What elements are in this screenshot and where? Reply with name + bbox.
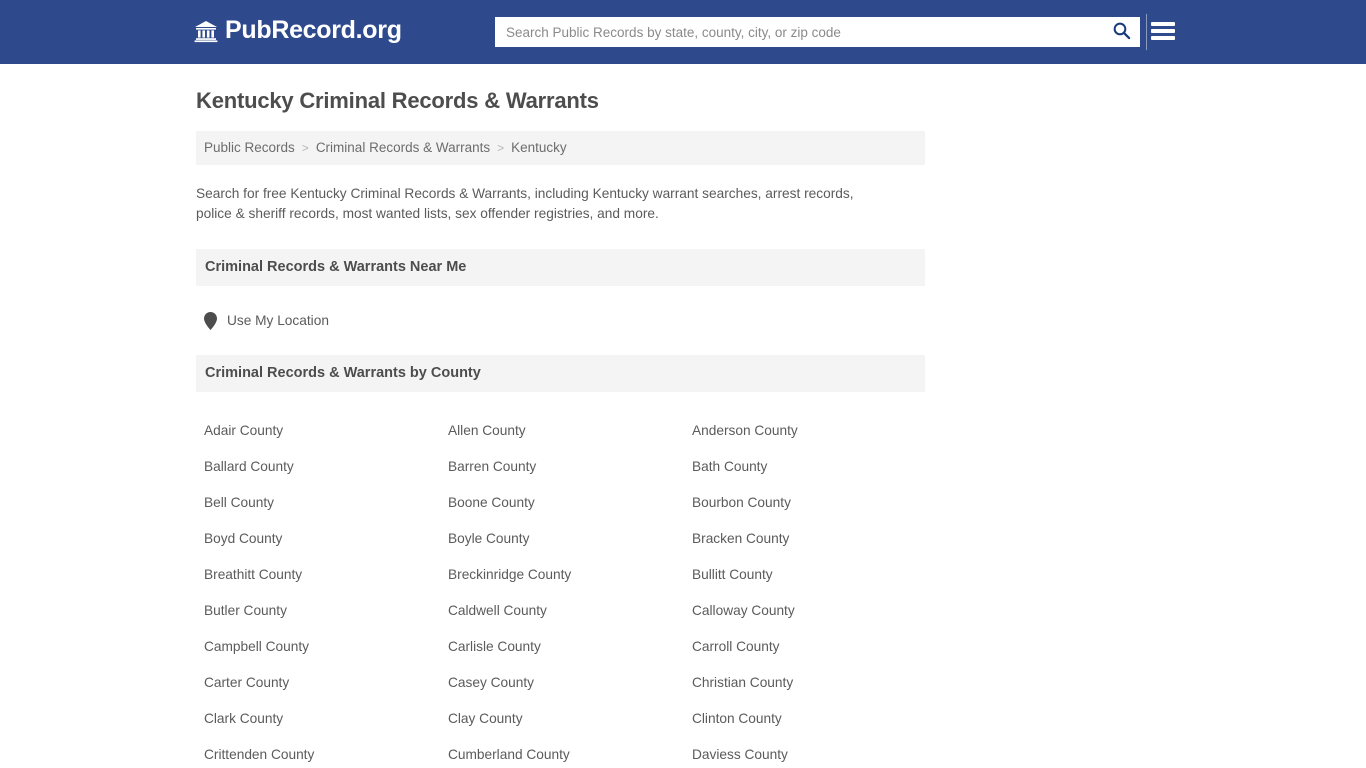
breadcrumb-item-kentucky: Kentucky bbox=[511, 140, 567, 155]
site-logo-link[interactable]: PubRecord.org bbox=[194, 18, 402, 43]
breadcrumb-separator: > bbox=[301, 140, 309, 155]
county-link[interactable]: Boyle County bbox=[448, 521, 692, 557]
county-link[interactable]: Boyd County bbox=[204, 521, 448, 557]
county-link[interactable]: Carter County bbox=[204, 665, 448, 701]
county-link[interactable]: Bullitt County bbox=[692, 557, 936, 593]
breadcrumb-item-public-records[interactable]: Public Records bbox=[204, 140, 295, 155]
hamburger-menu-icon[interactable] bbox=[1151, 19, 1175, 43]
county-link[interactable]: Boone County bbox=[448, 485, 692, 521]
section-header-near-me: Criminal Records & Warrants Near Me bbox=[196, 248, 925, 286]
breadcrumb-separator: > bbox=[497, 140, 505, 155]
site-logo-text: PubRecord.org bbox=[225, 16, 402, 44]
county-link[interactable]: Adair County bbox=[204, 413, 448, 449]
header-divider bbox=[1146, 14, 1147, 50]
county-link[interactable]: Bourbon County bbox=[692, 485, 936, 521]
county-link[interactable]: Cumberland County bbox=[448, 737, 692, 768]
main-content: Kentucky Criminal Records & Warrants Pub… bbox=[0, 64, 1366, 768]
county-link[interactable]: Christian County bbox=[692, 665, 936, 701]
county-link[interactable]: Bracken County bbox=[692, 521, 936, 557]
county-link[interactable]: Butler County bbox=[204, 593, 448, 629]
use-my-location-link[interactable]: Use My Location bbox=[204, 311, 329, 330]
breadcrumb-item-criminal-records[interactable]: Criminal Records & Warrants bbox=[316, 140, 490, 155]
county-link[interactable]: Clinton County bbox=[692, 701, 936, 737]
search-bar bbox=[495, 17, 1140, 47]
county-link[interactable]: Clark County bbox=[204, 701, 448, 737]
breadcrumb: Public Records > Criminal Records & Warr… bbox=[196, 130, 925, 165]
county-link[interactable]: Calloway County bbox=[692, 593, 936, 629]
county-link[interactable]: Bell County bbox=[204, 485, 448, 521]
county-link[interactable]: Breckinridge County bbox=[448, 557, 692, 593]
county-link[interactable]: Clay County bbox=[448, 701, 692, 737]
county-link[interactable]: Breathitt County bbox=[204, 557, 448, 593]
county-link[interactable]: Carlisle County bbox=[448, 629, 692, 665]
county-link[interactable]: Barren County bbox=[448, 449, 692, 485]
county-link[interactable]: Anderson County bbox=[692, 413, 936, 449]
search-button[interactable] bbox=[1103, 18, 1139, 46]
near-me-section: Use My Location bbox=[196, 286, 925, 330]
search-input[interactable] bbox=[496, 18, 1103, 46]
county-list: Adair County Allen County Anderson County B… bbox=[196, 392, 925, 768]
county-link[interactable]: Caldwell County bbox=[448, 593, 692, 629]
page-title: Kentucky Criminal Records & Warrants bbox=[196, 88, 599, 113]
county-link[interactable]: Carroll County bbox=[692, 629, 936, 665]
site-header: PubRecord.org bbox=[0, 0, 1366, 64]
county-link[interactable]: Casey County bbox=[448, 665, 692, 701]
search-icon bbox=[1112, 21, 1131, 43]
county-link[interactable]: Allen County bbox=[448, 413, 692, 449]
page-description: Search for free Kentucky Criminal Record… bbox=[196, 185, 854, 221]
county-link[interactable]: Ballard County bbox=[204, 449, 448, 485]
county-link[interactable]: Daviess County bbox=[692, 737, 936, 768]
section-header-by-county: Criminal Records & Warrants by County bbox=[196, 354, 925, 392]
bank-building-icon bbox=[194, 19, 218, 43]
county-link[interactable]: Crittenden County bbox=[204, 737, 448, 768]
county-link[interactable]: Bath County bbox=[692, 449, 936, 485]
use-my-location-label: Use My Location bbox=[227, 313, 329, 328]
map-pin-icon bbox=[204, 311, 217, 330]
county-link[interactable]: Campbell County bbox=[204, 629, 448, 665]
